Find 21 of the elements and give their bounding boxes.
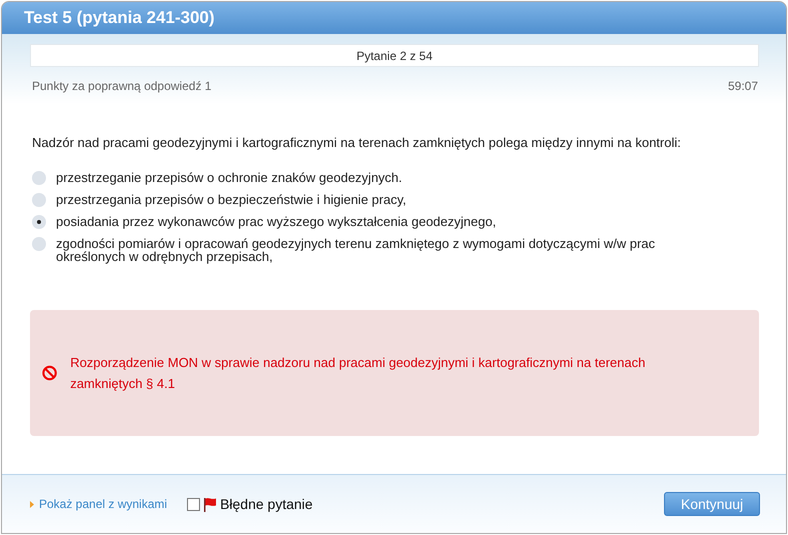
- radio-button[interactable]: [32, 215, 46, 229]
- answer-text: przestrzeganie przepisów o ochronie znaków geodezyjnych.: [56, 171, 402, 184]
- answer-text: przestrzegania przepisów o bezpieczeństwie i higienie pracy,: [56, 193, 406, 206]
- answer-text: zgodności pomiarów i opracowań geodezyjnych terenu zamkniętego z wymogami dotyczącymi w/w prac określonych w odrębnych przepisach,: [56, 237, 656, 263]
- flag-icon: [202, 496, 218, 512]
- flag-label: Błędne pytanie: [220, 496, 313, 512]
- answer-text: posiadania przez wykonawców prac wyższego wykształcenia geodezyjnego,: [56, 215, 496, 228]
- timer: 59:07: [728, 79, 758, 93]
- question-text: Nadzór nad pracami geodezyjnymi i kartograficznymi na terenach zamkniętych polega między innymi na kontroli:: [31, 135, 682, 150]
- radio-button[interactable]: [32, 237, 46, 251]
- feedback-text: Rozporządzenie MON w sprawie nadzoru nad pracami geodezyjnymi i kartograficznymi na terenach zamkniętych § 4.1: [70, 354, 646, 393]
- prohibited-icon: [42, 365, 58, 381]
- progress-label: Pytanie 2 z 54: [30, 44, 759, 67]
- radio-button[interactable]: [32, 193, 46, 207]
- checkbox[interactable]: [187, 498, 200, 510]
- points-label: Punkty za poprawną odpowiedź 1: [32, 79, 212, 93]
- triangle-icon: [30, 500, 34, 508]
- results-link[interactable]: Pokaż panel z wynikami: [30, 497, 168, 511]
- continue-button[interactable]: Kontynuuj: [664, 492, 760, 516]
- radio-button[interactable]: [32, 171, 46, 185]
- window-title: Test 5 (pytania 241-300): [2, 2, 786, 34]
